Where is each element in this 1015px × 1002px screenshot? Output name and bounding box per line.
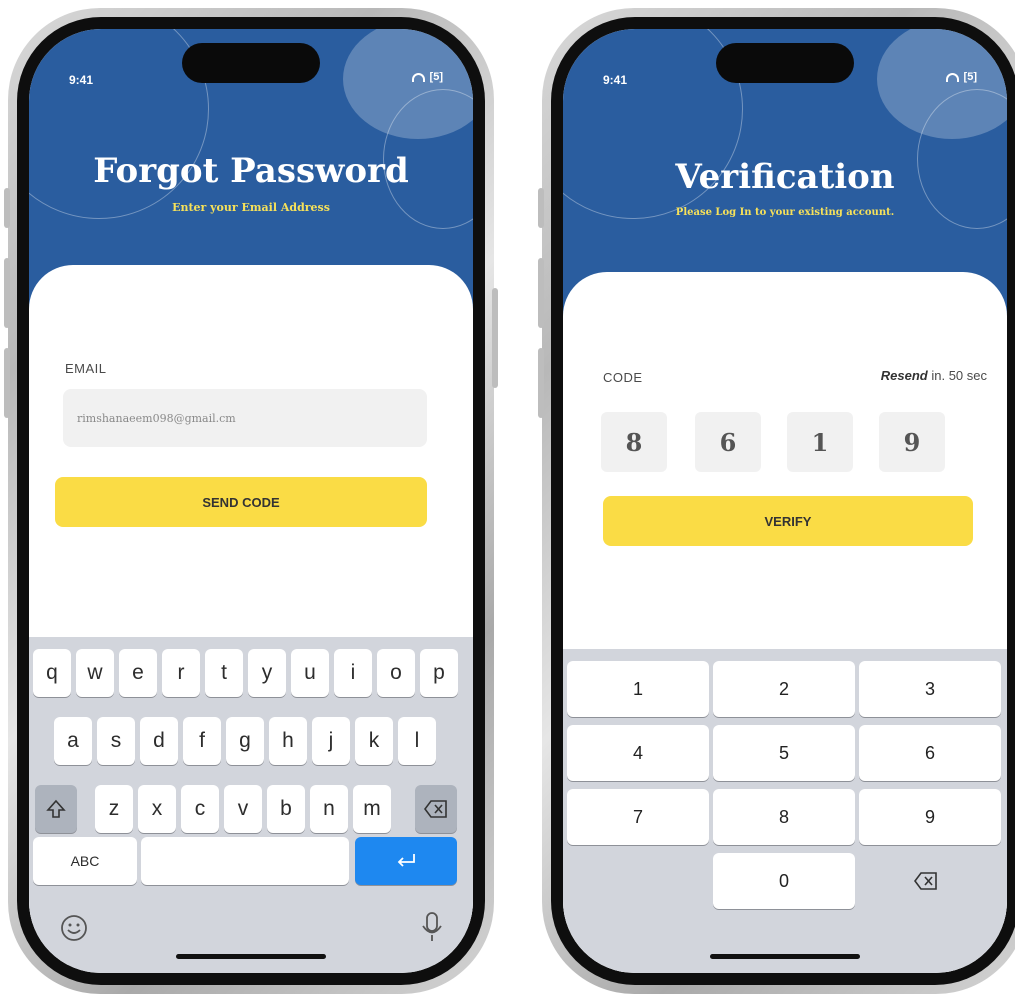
page-title: Verification — [675, 157, 895, 197]
send-code-button[interactable]: SEND CODE — [55, 477, 427, 527]
bezel: 9:41 [5] Forgot Password Enter your Emai… — [17, 17, 485, 985]
numpad-key-4[interactable]: 4 — [567, 725, 709, 781]
numpad-key-8[interactable]: 8 — [713, 789, 855, 845]
keyboard: qwertyuiop asdfghjkl zxcvbnm ABC — [29, 637, 473, 973]
delete-icon — [424, 800, 447, 818]
home-indicator — [710, 954, 860, 959]
key-f[interactable]: f — [183, 717, 221, 765]
key-h[interactable]: h — [269, 717, 307, 765]
shift-icon — [46, 799, 66, 818]
key-b[interactable]: b — [267, 785, 305, 833]
wifi-icon — [411, 72, 425, 82]
code-digit-1[interactable]: 8 — [601, 412, 667, 472]
wifi-icon — [945, 72, 959, 82]
key-s[interactable]: s — [97, 717, 135, 765]
numpad-key-3[interactable]: 3 — [859, 661, 1001, 717]
status-icons: [5] — [411, 71, 443, 83]
code-digit-4[interactable]: 9 — [879, 412, 945, 472]
key-m[interactable]: m — [353, 785, 391, 833]
code-label: CODE — [603, 370, 643, 385]
numpad-key-9[interactable]: 9 — [859, 789, 1001, 845]
resend-timer: in. 50 sec — [927, 368, 987, 383]
return-key[interactable] — [355, 837, 457, 885]
key-q[interactable]: q — [33, 649, 71, 697]
key-t[interactable]: t — [205, 649, 243, 697]
key-x[interactable]: x — [138, 785, 176, 833]
numpad-key-5[interactable]: 5 — [713, 725, 855, 781]
return-icon — [397, 854, 415, 867]
key-n[interactable]: n — [310, 785, 348, 833]
shift-key[interactable] — [35, 785, 77, 833]
bezel: 9:41 [5] Verification Please Log In to y… — [551, 17, 1015, 985]
dynamic-island — [182, 43, 320, 83]
phone-verification: 9:41 [5] Verification Please Log In to y… — [538, 8, 1015, 994]
volume-up-button — [538, 258, 544, 328]
email-field[interactable]: rimshanaeem098@gmail.cm — [63, 389, 427, 447]
key-g[interactable]: g — [226, 717, 264, 765]
screen: 9:41 [5] Verification Please Log In to y… — [563, 29, 1007, 973]
key-k[interactable]: k — [355, 717, 393, 765]
code-digit-2[interactable]: 6 — [695, 412, 761, 472]
resend-text: Resend in. 50 sec — [881, 368, 987, 383]
phone-forgot-password: 9:41 [5] Forgot Password Enter your Emai… — [4, 8, 498, 994]
key-r[interactable]: r — [162, 649, 200, 697]
key-y[interactable]: y — [248, 649, 286, 697]
space-key[interactable] — [141, 837, 349, 885]
key-a[interactable]: a — [54, 717, 92, 765]
delete-key[interactable] — [415, 785, 457, 833]
key-w[interactable]: w — [76, 649, 114, 697]
key-p[interactable]: p — [420, 649, 458, 697]
key-u[interactable]: u — [291, 649, 329, 697]
mic-icon — [422, 912, 442, 941]
abc-key[interactable]: ABC — [33, 837, 137, 885]
key-e[interactable]: e — [119, 649, 157, 697]
numpad-key-6[interactable]: 6 — [859, 725, 1001, 781]
status-icons: [5] — [945, 71, 977, 83]
side-button — [4, 188, 10, 228]
power-button — [492, 288, 498, 388]
emoji-button[interactable] — [59, 913, 89, 948]
delete-icon — [914, 872, 937, 890]
key-c[interactable]: c — [181, 785, 219, 833]
side-button — [538, 188, 544, 228]
verify-button[interactable]: VERIFY — [603, 496, 973, 546]
numpad-key-0[interactable]: 0 — [713, 853, 855, 909]
emoji-icon — [61, 915, 87, 941]
volume-down-button — [538, 348, 544, 418]
screen: 9:41 [5] Forgot Password Enter your Emai… — [29, 29, 473, 973]
status-time: 9:41 — [69, 73, 94, 87]
key-o[interactable]: o — [377, 649, 415, 697]
numeric-keypad: 123 456 7890 — [563, 649, 1007, 973]
code-digit-3[interactable]: 1 — [787, 412, 853, 472]
key-l[interactable]: l — [398, 717, 436, 765]
numpad-key-7[interactable]: 7 — [567, 789, 709, 845]
page-subtitle: Enter your Email Address — [172, 201, 330, 214]
page-subtitle: Please Log In to your existing account. — [675, 207, 895, 218]
battery-icon: [5] — [963, 71, 977, 83]
numpad-delete-key[interactable] — [855, 853, 997, 909]
key-d[interactable]: d — [140, 717, 178, 765]
volume-up-button — [4, 258, 10, 328]
home-indicator — [176, 954, 326, 959]
key-i[interactable]: i — [334, 649, 372, 697]
status-time: 9:41 — [603, 73, 628, 87]
volume-down-button — [4, 348, 10, 418]
resend-link[interactable]: Resend — [881, 368, 928, 383]
mic-button[interactable] — [421, 911, 443, 948]
dynamic-island — [716, 43, 854, 83]
numpad-key-2[interactable]: 2 — [713, 661, 855, 717]
numpad-key-1[interactable]: 1 — [567, 661, 709, 717]
key-j[interactable]: j — [312, 717, 350, 765]
key-v[interactable]: v — [224, 785, 262, 833]
page-title: Forgot Password — [93, 151, 409, 191]
battery-icon: [5] — [429, 71, 443, 83]
key-z[interactable]: z — [95, 785, 133, 833]
email-label: EMAIL — [65, 361, 107, 376]
